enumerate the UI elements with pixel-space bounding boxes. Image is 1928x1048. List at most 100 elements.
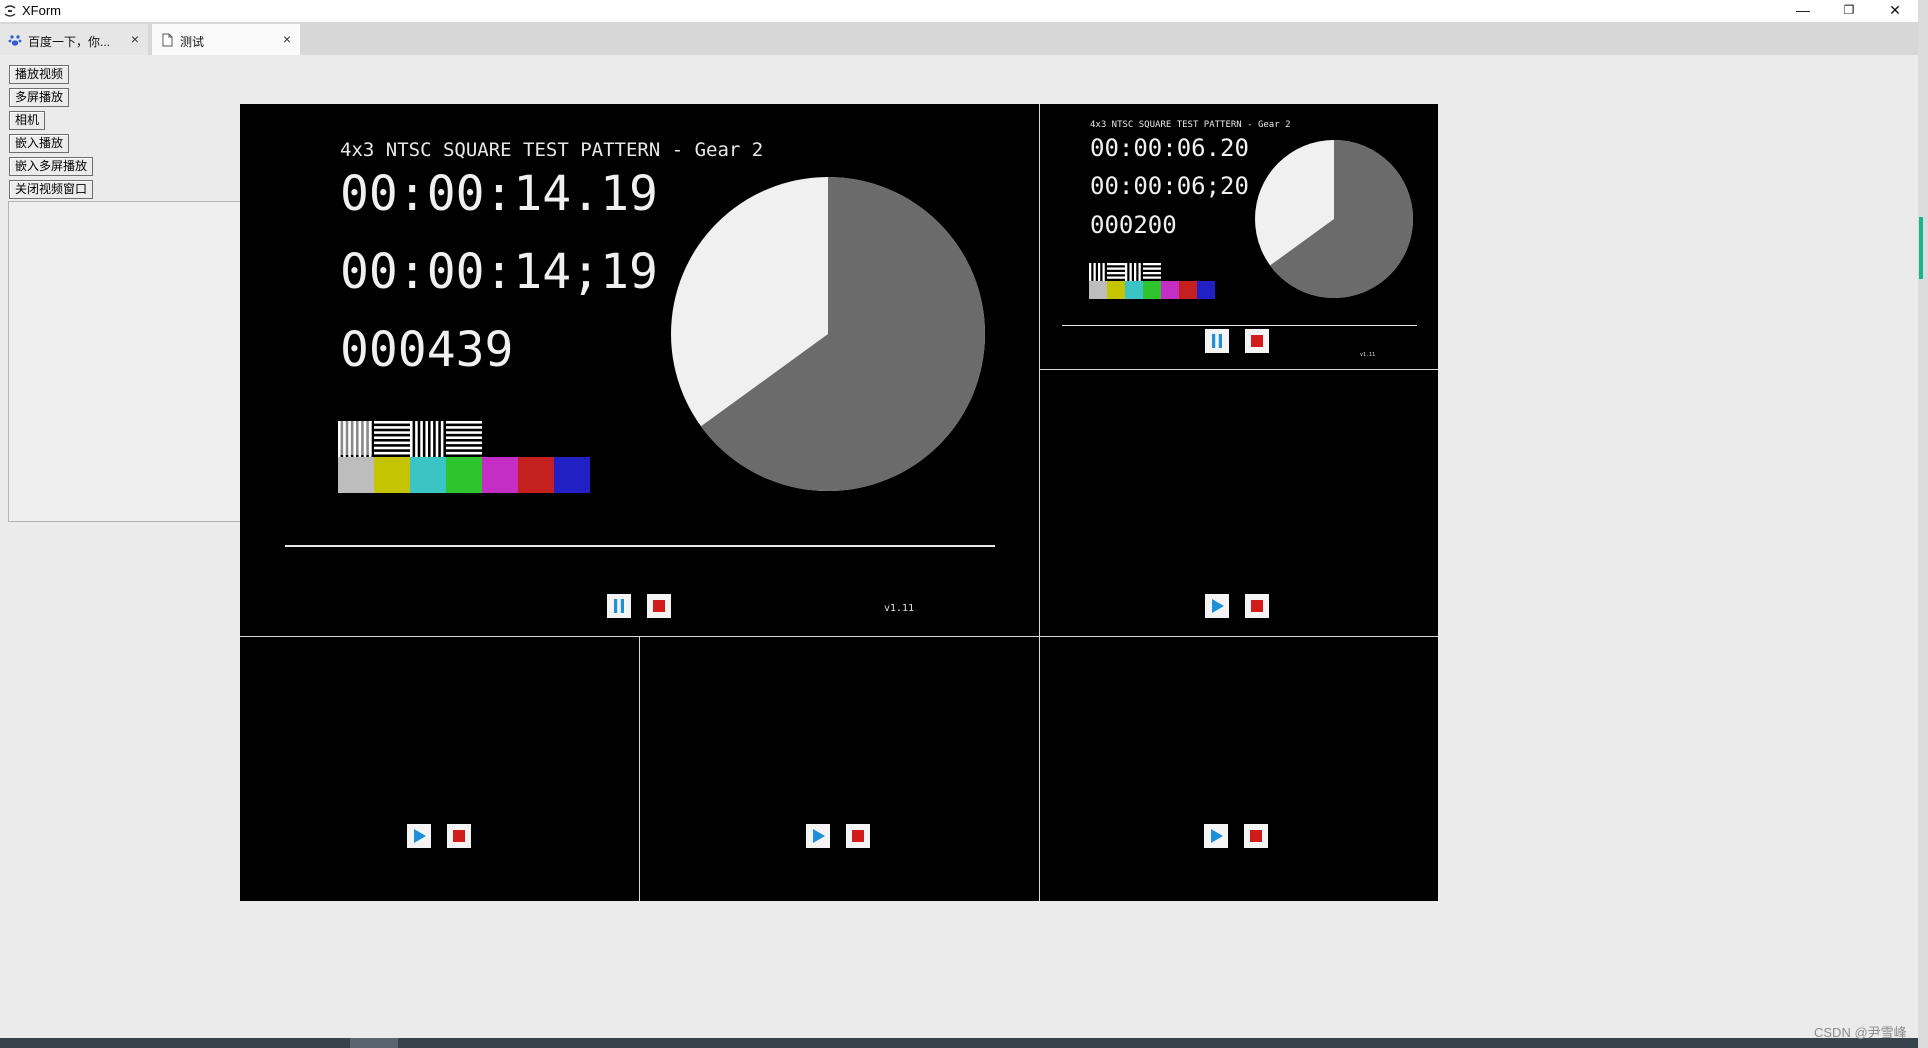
window-title: XForm — [22, 3, 61, 18]
test-pattern-bars — [338, 421, 590, 493]
resolution-stripe — [363, 421, 367, 457]
resolution-stripe — [374, 421, 410, 424]
stop-button[interactable] — [846, 824, 870, 848]
resolution-stripe — [368, 421, 372, 457]
timecode-semicolon: 00:00:14;19 — [340, 244, 658, 300]
resolution-stripe — [1143, 272, 1161, 275]
baidu-paw-icon — [8, 35, 22, 46]
stop-button[interactable] — [447, 824, 471, 848]
stop-button[interactable] — [1245, 329, 1269, 353]
resolution-stripe — [435, 421, 439, 457]
play-icon — [414, 829, 426, 843]
video-cell-bottom-3[interactable] — [1040, 637, 1438, 901]
resolution-stripe — [1107, 267, 1125, 270]
version-label: v1.11 — [884, 603, 915, 614]
frame-counter: 000200 — [1090, 211, 1177, 239]
color-bars — [338, 421, 590, 493]
stop-button[interactable] — [1245, 594, 1269, 618]
resolution-stripe — [420, 421, 423, 457]
resolution-stripe — [1107, 272, 1125, 275]
close-button[interactable]: ✕ — [1872, 0, 1918, 22]
tab-close-icon[interactable]: × — [283, 31, 291, 47]
timecode-dot: 00:00:06.20 — [1090, 134, 1249, 162]
resolution-stripe — [1107, 263, 1125, 266]
tab-test[interactable]: 测试 × — [152, 24, 300, 55]
multi-screen-play-button[interactable]: 多屏播放 — [9, 88, 70, 107]
resolution-stripe — [446, 441, 482, 445]
color-bar — [446, 457, 482, 493]
resolution-stripe — [1134, 263, 1137, 281]
play-button[interactable] — [1204, 824, 1228, 848]
video-cell-bottom-1[interactable] — [240, 637, 639, 901]
color-bar — [1125, 281, 1143, 299]
resolution-stripe — [446, 451, 482, 455]
grid-divider — [1039, 104, 1040, 901]
app-icon — [4, 5, 16, 17]
frame-counter: 000439 — [340, 322, 514, 378]
video-cell-main[interactable]: 4x3 NTSC SQUARE TEST PATTERN - Gear 2 00… — [240, 104, 1039, 636]
pause-icon — [614, 599, 624, 613]
play-button[interactable] — [407, 824, 431, 848]
pause-button[interactable] — [1205, 329, 1229, 353]
stop-button[interactable] — [647, 594, 671, 618]
resolution-stripe — [410, 421, 413, 457]
video-cell-middle-right[interactable] — [1040, 370, 1438, 636]
resolution-stripe — [374, 451, 410, 455]
embed-multi-screen-button[interactable]: 嵌入多屏播放 — [9, 157, 94, 176]
play-button[interactable] — [806, 824, 830, 848]
timecode-semicolon: 00:00:06;20 — [1090, 172, 1249, 200]
title-bar: XForm — ❐ ✕ — [0, 0, 1928, 22]
grid-divider — [1040, 369, 1438, 370]
color-bar — [1143, 281, 1161, 299]
tab-close-icon[interactable]: × — [131, 31, 139, 47]
resolution-stripe — [440, 421, 444, 457]
pause-icon — [1212, 334, 1222, 348]
play-button[interactable] — [1205, 594, 1229, 618]
maximize-button[interactable]: ❐ — [1826, 0, 1872, 22]
resolution-stripe — [415, 421, 418, 457]
tab-label: 测试 — [180, 35, 205, 49]
horizontal-scroll-thumb[interactable] — [350, 1038, 398, 1048]
color-bar — [1179, 281, 1197, 299]
pattern-title: 4x3 NTSC SQUARE TEST PATTERN - Gear 2 — [340, 139, 764, 161]
color-bar — [338, 457, 374, 493]
resolution-stripe — [446, 421, 482, 424]
color-bar — [410, 457, 446, 493]
timecode-dot: 00:00:14.19 — [340, 166, 658, 222]
left-panel — [8, 201, 240, 522]
play-video-button[interactable]: 播放视频 — [9, 65, 70, 84]
embed-play-button[interactable]: 嵌入播放 — [9, 134, 70, 153]
resolution-stripe — [1093, 263, 1096, 281]
stop-icon — [1250, 830, 1262, 842]
play-icon — [1212, 599, 1224, 613]
resolution-stripe — [374, 426, 410, 429]
tab-baidu[interactable]: 百度一下，你... × — [0, 24, 148, 55]
scroll-indicator[interactable] — [1919, 217, 1923, 279]
close-video-window-button[interactable]: 关闭视频窗口 — [9, 180, 94, 199]
color-bar — [518, 457, 554, 493]
color-bar — [1107, 281, 1125, 299]
test-pattern-bars — [1089, 263, 1215, 299]
resolution-stripe — [425, 421, 428, 457]
video-cell-top-right[interactable]: 4x3 NTSC SQUARE TEST PATTERN - Gear 2 00… — [1040, 104, 1438, 369]
pie-dial — [671, 177, 985, 491]
resolution-stripe — [1129, 263, 1132, 281]
resolution-stripe — [353, 421, 356, 457]
resolution-stripe — [358, 421, 362, 457]
stop-icon — [653, 600, 665, 612]
resolution-stripe — [446, 426, 482, 429]
video-grid: 4x3 NTSC SQUARE TEST PATTERN - Gear 2 00… — [240, 104, 1438, 901]
resolution-stripe — [1143, 263, 1161, 266]
pie-dial — [1255, 140, 1413, 298]
grid-divider — [240, 636, 1438, 637]
stop-button[interactable] — [1244, 824, 1268, 848]
resolution-stripe — [1102, 263, 1105, 281]
color-bar — [482, 457, 518, 493]
minimize-button[interactable]: — — [1780, 0, 1826, 22]
taskbar-strip — [0, 1038, 1918, 1048]
camera-button[interactable]: 相机 — [9, 111, 46, 130]
video-cell-bottom-2[interactable] — [640, 637, 1039, 901]
resolution-stripe — [1138, 263, 1141, 281]
pause-button[interactable] — [607, 594, 631, 618]
resolution-stripe — [430, 421, 434, 457]
